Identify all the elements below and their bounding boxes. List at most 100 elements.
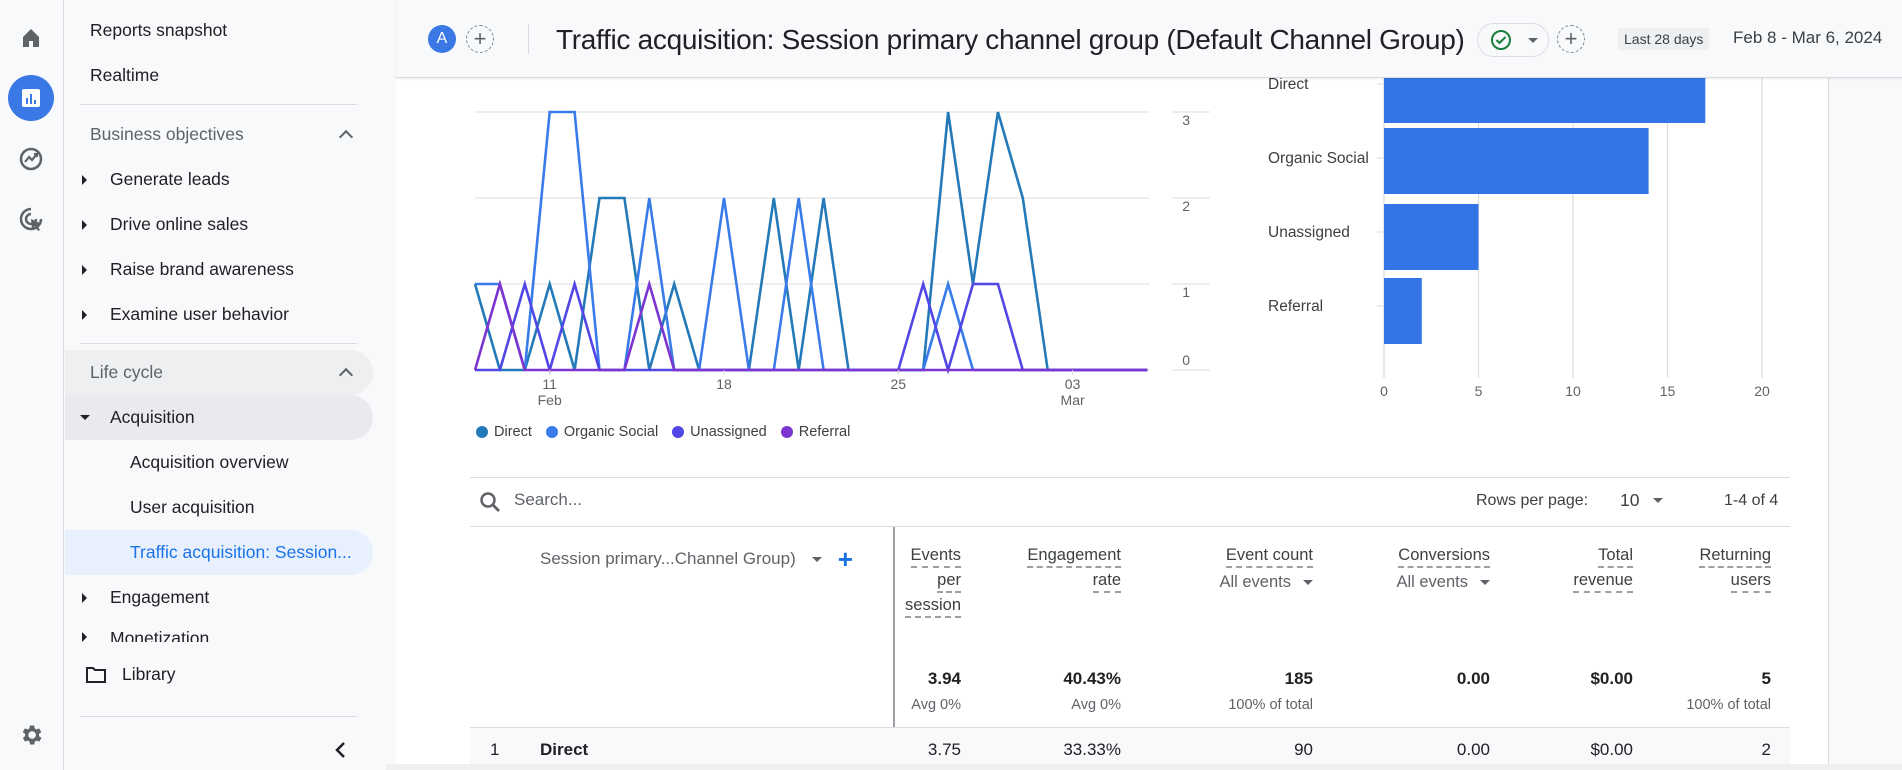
event-filter-select[interactable]: All events: [1396, 570, 1490, 595]
event-filter-select[interactable]: All events: [1219, 570, 1313, 595]
divider: [470, 526, 1790, 527]
sidebar-item-engagement[interactable]: Engagement: [65, 575, 373, 620]
rail-explore-button[interactable]: [8, 136, 54, 182]
add-dimension-button[interactable]: +: [838, 546, 853, 572]
caret-down-icon[interactable]: [811, 556, 822, 562]
section-life-cycle[interactable]: Life cycle: [65, 350, 373, 395]
series-line-organic-social[interactable]: [475, 110, 1148, 372]
legend-label: Organic Social: [563, 424, 659, 440]
legend-item[interactable]: Direct: [476, 424, 532, 440]
bar-referral[interactable]: [1384, 278, 1422, 344]
total-subtext: Avg 0%: [911, 697, 961, 713]
column-header-label: Engagement: [1027, 544, 1121, 568]
caret-down-icon: [1303, 580, 1313, 585]
legend-dot-icon: [545, 426, 558, 438]
legend-item[interactable]: Unassigned: [672, 424, 767, 440]
column-header-label: rate: [1092, 569, 1121, 593]
legend-item[interactable]: Organic Social: [545, 424, 659, 440]
sidebar-item-library[interactable]: Library: [65, 652, 373, 697]
event-filter-value: All events: [1219, 573, 1291, 591]
settings-button[interactable]: [8, 712, 54, 758]
bar-direct[interactable]: [1384, 78, 1706, 123]
table-toolbar: Rows per page: 10 1-4 of 4: [470, 478, 1790, 526]
divider: [80, 343, 357, 344]
row-value: 0.00: [1456, 740, 1490, 759]
sidebar-item-drive-online-sales[interactable]: Drive online sales: [65, 202, 373, 247]
x-tick-label: 03: [1065, 376, 1081, 392]
chevron-up-icon: [338, 367, 354, 383]
column-header[interactable]: Events per session: [905, 543, 961, 618]
x-tick-label: 11: [542, 376, 557, 392]
bar-chart: Direct Organic Social Unassigned Referral 0…: [1268, 78, 1770, 399]
column-header-label: revenue: [1573, 569, 1633, 593]
left-rail: [0, 0, 64, 770]
column-header[interactable]: Engagement rate: [1027, 543, 1121, 593]
legend-dot-icon: [780, 426, 793, 438]
horizontal-scrollbar[interactable]: [386, 764, 1902, 770]
sidebar-item-reports-snapshot[interactable]: Reports snapshot: [65, 8, 373, 53]
sidebar-item-user-acquisition[interactable]: User acquisition: [65, 485, 373, 530]
sidebar-item-generate-leads[interactable]: Generate leads: [65, 157, 373, 202]
divider: [80, 716, 357, 717]
category-label: Direct: [1268, 78, 1309, 93]
sidebar-item-realtime[interactable]: Realtime: [65, 53, 373, 98]
rail-advertising-button[interactable]: [8, 196, 54, 242]
add-report-button[interactable]: +: [1557, 25, 1585, 53]
sidebar-item-label: Monetization: [110, 628, 210, 642]
rail-home-button[interactable]: [8, 15, 54, 61]
sidebar-item-label: Engagement: [110, 587, 210, 607]
category-label: Unassigned: [1268, 224, 1350, 241]
column-header-label: session: [905, 594, 961, 618]
column-header-label: per: [937, 569, 961, 593]
section-label: Business objectives: [90, 124, 244, 144]
x-tick-label: 15: [1660, 383, 1676, 399]
sidebar-item-acquisition-overview[interactable]: Acquisition overview: [65, 440, 373, 485]
report-header: A + Traffic acquisition: Session primary…: [396, 0, 1902, 78]
dimension-header[interactable]: Session primary...Channel Group) +: [540, 546, 853, 572]
expand-arrow-icon: [82, 309, 87, 320]
report-status-dropdown[interactable]: [1477, 23, 1549, 57]
rail-reports-button[interactable]: [8, 75, 54, 121]
legend-item[interactable]: Referral: [780, 424, 851, 440]
sidebar-item-examine-user-behavior[interactable]: Examine user behavior: [65, 292, 373, 337]
search-icon: [480, 492, 500, 512]
sidebar: Reports snapshot Realtime Business objec…: [65, 0, 375, 770]
section-business-objectives[interactable]: Business objectives: [65, 112, 373, 157]
column-header[interactable]: Event count All events: [1219, 543, 1313, 595]
rows-per-page-select[interactable]: 10: [1620, 490, 1664, 511]
column-header[interactable]: Returning users: [1699, 543, 1771, 593]
y-tick-label: 2: [1182, 198, 1190, 214]
add-comparison-button[interactable]: +: [466, 25, 494, 53]
expand-arrow-icon: [82, 592, 87, 603]
reports-icon: [22, 89, 40, 107]
bar-unassigned[interactable]: [1384, 204, 1479, 270]
search-input[interactable]: [514, 490, 1014, 510]
x-tick-label: 20: [1754, 383, 1770, 399]
legend-label: Referral: [798, 424, 851, 440]
row-value: 33.33%: [1063, 740, 1121, 759]
caret-down-icon: [1480, 580, 1490, 585]
row-channel[interactable]: Direct: [540, 740, 588, 760]
sidebar-item-label: Examine user behavior: [110, 304, 289, 324]
sidebar-item-raise-brand-awareness[interactable]: Raise brand awareness: [65, 247, 373, 292]
date-range[interactable]: Feb 8 - Mar 6, 2024: [1733, 28, 1882, 48]
sidebar-item-label: Acquisition: [110, 407, 195, 427]
x-tick-label: 18: [716, 376, 732, 392]
collapse-sidebar-button[interactable]: [330, 738, 350, 762]
comparison-avatar[interactable]: A: [428, 25, 456, 53]
sidebar-item-label: User acquisition: [130, 497, 255, 517]
sidebar-item-traffic-acquisition[interactable]: Traffic acquisition: Session...: [65, 530, 373, 575]
series-line-direct[interactable]: [473, 111, 1148, 372]
column-header[interactable]: Total revenue: [1573, 543, 1633, 593]
column-header[interactable]: Conversions All events: [1396, 543, 1490, 595]
check-circle-icon: [1491, 30, 1511, 50]
y-tick-label: 1: [1182, 284, 1190, 300]
sidebar-item-acquisition[interactable]: Acquisition: [65, 395, 373, 440]
total-subtext: 100% of total: [1686, 697, 1771, 713]
legend-label: Direct: [494, 424, 532, 440]
sidebar-item-monetization[interactable]: Monetization: [65, 620, 373, 642]
category-label: Referral: [1268, 298, 1323, 315]
bar-organic-social[interactable]: [1384, 128, 1649, 194]
home-icon: [23, 29, 39, 47]
date-range-chip[interactable]: Last 28 days: [1618, 28, 1710, 50]
